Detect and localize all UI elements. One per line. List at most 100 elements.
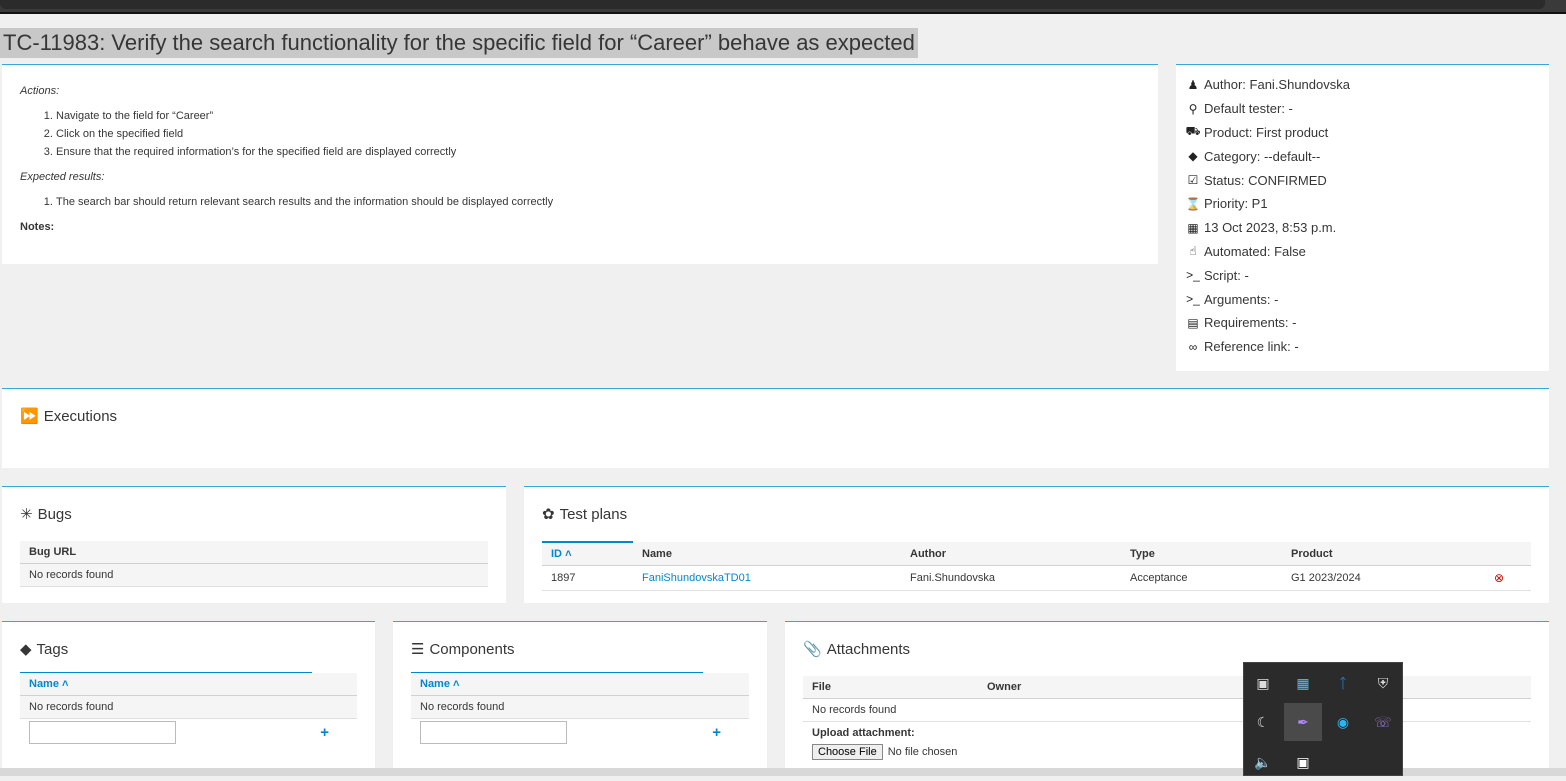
browser-top-bar bbox=[0, 0, 1566, 14]
product-header[interactable]: Product bbox=[1282, 542, 1485, 566]
action-header bbox=[1485, 542, 1531, 566]
intellij-icon[interactable]: ▣ bbox=[1284, 743, 1322, 781]
meta-product: ⛟ Product: First product bbox=[1184, 121, 1541, 145]
tag-input[interactable] bbox=[29, 721, 176, 744]
expected-list: The search bar should return relevant se… bbox=[56, 193, 1140, 211]
meta-script: >_ Script: - bbox=[1184, 263, 1541, 287]
components-table: Name ˄ No records found bbox=[411, 673, 749, 719]
empty-message: No records found bbox=[20, 695, 357, 719]
expected-item: The search bar should return relevant se… bbox=[56, 193, 1140, 211]
satellite-icon[interactable]: ☾ bbox=[1244, 703, 1282, 741]
tags-icon: ◆ bbox=[20, 641, 32, 658]
meta-default-tester: ⚲ Default tester: - bbox=[1184, 97, 1541, 121]
bugs-panel: ✳ Bugs Bug URL No records found bbox=[2, 486, 506, 603]
empty-message: No records found bbox=[803, 698, 1531, 722]
meta-status: ☑ Status: CONFIRMED bbox=[1184, 168, 1541, 192]
author-header[interactable]: Author bbox=[901, 542, 1121, 566]
meta-status-text: Status: CONFIRMED bbox=[1204, 172, 1327, 188]
meta-product-text: Product: First product bbox=[1204, 124, 1329, 140]
action-item: Navigate to the field for “Career” bbox=[56, 107, 1140, 125]
meta-priority: ⌛ Priority: P1 bbox=[1184, 192, 1541, 216]
name-header[interactable]: Name ˄ bbox=[411, 673, 749, 696]
executions-panel: ⏩ Executions bbox=[2, 388, 1549, 468]
file-header[interactable]: File bbox=[803, 676, 978, 699]
action-item: Ensure that the required information’s f… bbox=[56, 143, 1140, 161]
name-header-label: Name bbox=[29, 678, 59, 690]
plan-id: 1897 bbox=[542, 565, 633, 591]
user-icon: ♟ bbox=[1187, 77, 1199, 92]
plan-product: G1 2023/2024 bbox=[1282, 565, 1485, 591]
viber-icon[interactable]: ☏ bbox=[1364, 703, 1402, 741]
meta-priority-text: Priority: P1 bbox=[1204, 196, 1268, 212]
table-row: No records found bbox=[20, 695, 357, 719]
hourglass-icon: ⌛ bbox=[1185, 196, 1201, 211]
add-tag-button[interactable]: + bbox=[320, 724, 329, 741]
remove-icon[interactable]: ⊗ bbox=[1494, 571, 1504, 585]
actions-label: Actions: bbox=[20, 85, 60, 97]
webex-icon[interactable]: ◉ bbox=[1324, 703, 1362, 741]
table-row: No records found bbox=[411, 695, 749, 719]
description-card: Actions: Navigate to the field for “Care… bbox=[2, 64, 1158, 264]
name-header-label: Name bbox=[420, 678, 450, 690]
calendar-icon: ▦ bbox=[1187, 220, 1199, 235]
bug-icon: ✳ bbox=[20, 506, 33, 523]
meta-automated-text: Automated: False bbox=[1204, 243, 1306, 259]
bugs-title: Bugs bbox=[37, 505, 72, 523]
name-header[interactable]: Name bbox=[633, 542, 901, 566]
test-plans-panel: ✿ Test plans ID ˄ Name Author Type Produc… bbox=[524, 486, 1549, 603]
speaker-icon[interactable]: 🔈 bbox=[1244, 743, 1282, 781]
meta-author-text: Author: Fani.Shundovska bbox=[1204, 77, 1350, 93]
meta-reference-link-text: Reference link: - bbox=[1204, 339, 1299, 355]
checkbox-icon: ☑ bbox=[1187, 173, 1199, 188]
id-header-label: ID bbox=[551, 548, 562, 560]
network-icon[interactable]: ▦ bbox=[1284, 664, 1322, 702]
table-row: No records found bbox=[20, 563, 488, 587]
no-file-text: No file chosen bbox=[887, 746, 958, 758]
expected-label: Expected results: bbox=[20, 171, 105, 183]
tags-table: Name ˄ No records found bbox=[20, 673, 357, 719]
bluetooth-icon[interactable]: ᛏ bbox=[1324, 664, 1362, 702]
monitor-icon[interactable]: ▣ bbox=[1244, 664, 1282, 702]
actions-list: Navigate to the field for “Career” Click… bbox=[56, 107, 1140, 161]
page-title: TC-11983: Verify the search functionalit… bbox=[3, 30, 915, 55]
action-item: Click on the specified field bbox=[56, 125, 1140, 143]
feather-icon[interactable]: ✒ bbox=[1284, 703, 1322, 741]
sort-asc-icon: ˄ bbox=[62, 678, 69, 690]
meta-arguments-text: Arguments: - bbox=[1204, 291, 1279, 307]
meta-card: ♟ Author: Fani.Shundovska ⚲ Default tester… bbox=[1176, 64, 1549, 371]
meta-category: ◆ Category: --default-- bbox=[1184, 144, 1541, 168]
meta-arguments: >_ Arguments: - bbox=[1184, 287, 1541, 311]
plan-name-link[interactable]: FaniShundovskaTD01 bbox=[642, 572, 751, 584]
link-icon: ∞ bbox=[1188, 339, 1198, 354]
attachments-table: File Owner No records found bbox=[803, 676, 1531, 722]
type-header[interactable]: Type bbox=[1121, 542, 1282, 566]
empty-message: No records found bbox=[20, 563, 488, 587]
meta-date-text: 13 Oct 2023, 8:53 p.m. bbox=[1204, 220, 1337, 236]
upload-label: Upload attachment: bbox=[812, 727, 915, 739]
add-component-button[interactable]: + bbox=[712, 724, 721, 741]
attachments-panel: 📎 Attachments File Owner No records found… bbox=[785, 621, 1549, 776]
tags-panel: ◆ Tags Name ˄ No records found + bbox=[2, 621, 375, 776]
cart-icon: ⛟ bbox=[1185, 124, 1201, 139]
plan-type: Acceptance bbox=[1121, 565, 1282, 591]
paperclip-icon: 📎 bbox=[803, 641, 822, 658]
meta-category-text: Category: --default-- bbox=[1204, 148, 1321, 164]
system-tray-overflow: ▣ ▦ ᛏ ⛨ ☾ ✒ ◉ ☏ 🔈 ▣ bbox=[1243, 662, 1403, 776]
id-header[interactable]: ID ˄ bbox=[542, 541, 633, 566]
empty-message: No records found bbox=[411, 695, 749, 719]
page-title-highlight: TC-11983: Verify the search functionalit… bbox=[0, 28, 918, 58]
shield-icon[interactable]: ⛨ bbox=[1364, 664, 1402, 702]
bug-url-header[interactable]: Bug URL bbox=[20, 541, 488, 564]
meta-script-text: Script: - bbox=[1204, 267, 1249, 283]
tag-icon: ◆ bbox=[1188, 149, 1198, 164]
meta-author: ♟ Author: Fani.Shundovska bbox=[1184, 73, 1541, 97]
notes-label: Notes: bbox=[20, 221, 55, 233]
layers-icon: ☰ bbox=[411, 641, 425, 658]
attachments-title: Attachments bbox=[826, 640, 911, 658]
choose-file-button[interactable]: Choose File bbox=[812, 744, 883, 760]
meta-reference-link: ∞ Reference link: - bbox=[1184, 335, 1541, 359]
component-input[interactable] bbox=[420, 721, 567, 744]
meta-requirements-text: Requirements: - bbox=[1204, 315, 1297, 331]
name-header[interactable]: Name ˄ bbox=[20, 673, 357, 696]
components-panel: ☰ Components Name ˄ No records found + bbox=[393, 621, 767, 776]
